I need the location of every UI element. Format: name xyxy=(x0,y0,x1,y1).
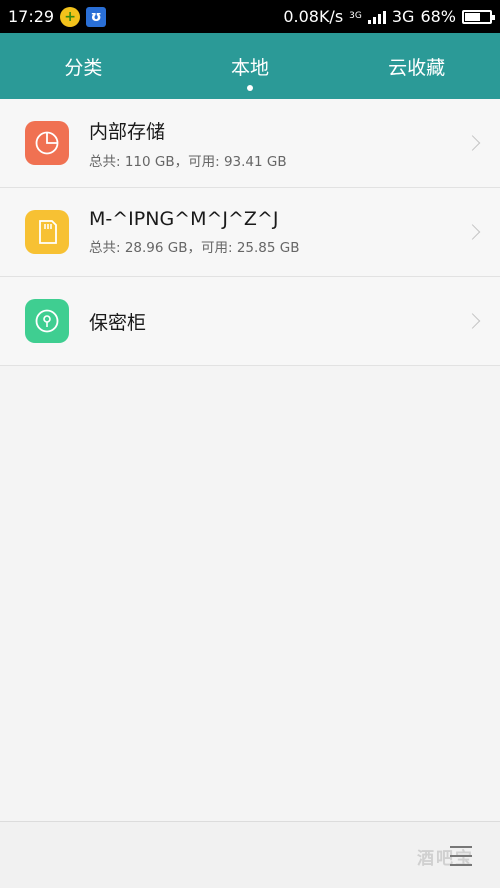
shield-notification-icon: ʊ xyxy=(86,6,107,27)
battery-fill xyxy=(465,12,480,21)
tab-local[interactable]: 本地 xyxy=(167,33,334,99)
item-title: M-^IPNG^M^J^Z^J xyxy=(89,208,279,230)
clock: 17:29 xyxy=(8,7,55,26)
pie-chart-icon xyxy=(25,121,69,165)
list-item-private-safe[interactable]: 保密柜 xyxy=(0,277,500,366)
tab-category[interactable]: 分类 xyxy=(0,33,167,99)
menu-icon[interactable] xyxy=(450,846,472,866)
battery-percent: 68% xyxy=(420,7,456,26)
tab-cloud-favorites[interactable]: 云收藏 xyxy=(333,33,500,99)
chevron-right-icon xyxy=(464,135,481,151)
item-title: 内部存储 xyxy=(89,120,166,143)
sd-card-icon xyxy=(25,210,69,254)
network-type-small: 3G xyxy=(349,11,362,21)
bottom-bar: 酒吧宝 xyxy=(0,821,500,888)
item-title: 保密柜 xyxy=(89,311,147,334)
item-text: 保密柜 xyxy=(89,308,146,335)
storage-list: 内部存储 总共: 110 GB，可用: 93.41 GB M-^IPNG^M^J… xyxy=(0,99,500,366)
tab-label: 云收藏 xyxy=(388,56,446,79)
battery-icon xyxy=(462,9,495,24)
status-right: 0.08K/s 3G 3G 68% xyxy=(283,7,495,26)
chevron-right-icon xyxy=(464,224,481,240)
chevron-right-icon xyxy=(464,313,481,329)
tab-label: 分类 xyxy=(64,56,103,79)
item-subtitle: 总共: 28.96 GB，可用: 25.85 GB xyxy=(89,240,300,256)
item-subtitle: 总共: 110 GB，可用: 93.41 GB xyxy=(89,153,287,170)
status-bar: 17:29 + ʊ 0.08K/s 3G 3G 68% xyxy=(0,0,500,33)
signal-icon xyxy=(367,10,386,24)
app-notification-icon: + xyxy=(60,6,81,27)
lock-icon xyxy=(25,299,69,343)
item-text: M-^IPNG^M^J^Z^J 总共: 28.96 GB，可用: 25.85 G… xyxy=(89,208,300,256)
network-speed: 0.08K/s xyxy=(283,7,344,26)
active-tab-indicator xyxy=(247,85,253,91)
list-item-internal-storage[interactable]: 内部存储 总共: 110 GB，可用: 93.41 GB xyxy=(0,99,500,188)
tab-header: 分类 本地 云收藏 xyxy=(0,33,500,99)
network-type: 3G xyxy=(391,7,415,26)
item-text: 内部存储 总共: 110 GB，可用: 93.41 GB xyxy=(89,117,287,170)
list-item-sd-card[interactable]: M-^IPNG^M^J^Z^J 总共: 28.96 GB，可用: 25.85 G… xyxy=(0,188,500,277)
status-left: 17:29 + ʊ xyxy=(8,6,107,27)
tab-label: 本地 xyxy=(231,56,270,79)
